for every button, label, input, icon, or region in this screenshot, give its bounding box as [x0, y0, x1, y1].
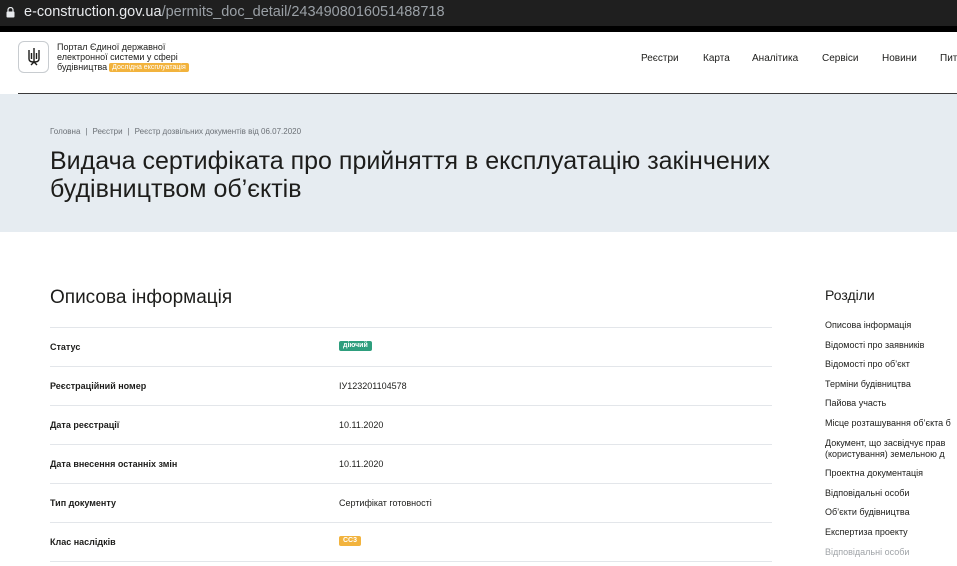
- status-badge: діючий: [339, 341, 372, 351]
- portal-name[interactable]: Портал Єдиної державної електронної сист…: [57, 42, 227, 72]
- sections-nav-item[interactable]: Терміни будівництва: [825, 379, 957, 390]
- nav-item-registries[interactable]: Реєстри: [641, 53, 679, 64]
- table-row: Статус діючий: [50, 327, 772, 366]
- sections-nav-item[interactable]: Відомості про об’єкт: [825, 359, 957, 370]
- table-row: Тип документу Сертифікат готовності: [50, 483, 772, 522]
- site-header: Портал Єдиної державної електронної сист…: [0, 32, 957, 94]
- nav-item-news[interactable]: Новини: [882, 53, 917, 64]
- row-value: 10.11.2020: [339, 420, 384, 430]
- beta-badge: Дослідна експлуатація: [109, 63, 189, 72]
- page-title-line: Видача сертифіката про прийняття в експл…: [50, 147, 771, 175]
- portal-line: електронної системи у сфері: [57, 52, 178, 62]
- breadcrumb-separator: |: [85, 127, 88, 136]
- nav-item-services[interactable]: Сервіси: [822, 53, 858, 64]
- sections-nav-item[interactable]: Відомості про заявників: [825, 340, 957, 351]
- page-title-line: будівництвом об’єктів: [50, 175, 302, 203]
- row-value: Сертифікат готовності: [339, 498, 432, 508]
- row-label: Реєстраційний номер: [50, 381, 147, 391]
- breadcrumb-home[interactable]: Головна: [50, 127, 80, 136]
- trident-icon: [28, 48, 40, 66]
- hero-banner: Головна | Реєстри | Реєстр дозвільних докуме…: [0, 94, 957, 232]
- section-title: Описова інформація: [50, 287, 233, 308]
- lock-icon: [6, 7, 15, 18]
- breadcrumb-current[interactable]: Реєстр дозвільних документів від 06.07.2…: [135, 127, 301, 136]
- row-value: 10.11.2020: [339, 459, 384, 469]
- nav-item-faq[interactable]: Пит: [940, 53, 957, 64]
- info-table: Статус діючий Реєстраційний номер ІУ1232…: [50, 327, 772, 562]
- nav-item-analytics[interactable]: Аналітика: [752, 53, 798, 64]
- url-text[interactable]: e-construction.gov.ua/permits_doc_detail…: [24, 4, 445, 20]
- nav-item-map[interactable]: Карта: [703, 53, 730, 64]
- sections-title: Розділи: [825, 287, 875, 303]
- table-row: Клас наслідків СС3: [50, 522, 772, 562]
- consequence-class-badge: СС3: [339, 536, 362, 546]
- url-host: e-construction.gov.ua: [24, 4, 162, 20]
- breadcrumb-separator: |: [127, 127, 130, 136]
- breadcrumb-registries[interactable]: Реєстри: [92, 127, 122, 136]
- logo[interactable]: [18, 41, 49, 73]
- row-label: Дата внесення останніх змін: [50, 459, 178, 469]
- table-row: Дата внесення останніх змін 10.11.2020: [50, 444, 772, 483]
- portal-line: Портал Єдиної державної: [57, 42, 166, 52]
- sections-nav-item[interactable]: Місце розташування об’єкта б: [825, 418, 957, 429]
- sections-nav-item[interactable]: Об’єкти будівництва: [825, 507, 957, 518]
- sections-nav-item[interactable]: Відповідальні особи: [825, 488, 957, 499]
- sections-nav-item[interactable]: Документ, що засвідчує прав: [825, 438, 957, 449]
- sections-nav-item[interactable]: Проектна документація: [825, 468, 957, 479]
- sections-nav-item[interactable]: Описова інформація: [825, 320, 957, 331]
- row-value: ІУ123201104578: [339, 381, 407, 391]
- table-row: Реєстраційний номер ІУ123201104578: [50, 366, 772, 405]
- browser-address-bar[interactable]: e-construction.gov.ua/permits_doc_detail…: [0, 0, 957, 26]
- sections-nav-item[interactable]: Експертиза проекту: [825, 527, 957, 538]
- sections-nav-item[interactable]: Пайова участь: [825, 398, 957, 409]
- sections-nav-item[interactable]: (користування) земельною д: [825, 449, 957, 460]
- row-label: Дата реєстрації: [50, 420, 120, 430]
- row-label: Клас наслідків: [50, 537, 116, 547]
- url-path: /permits_doc_detail/2434908016051488718: [161, 4, 445, 20]
- table-row: Дата реєстрації 10.11.2020: [50, 405, 772, 444]
- page-title: Видача сертифіката про прийняття в експл…: [50, 147, 957, 203]
- sections-nav-item[interactable]: Відповідальні особи: [825, 547, 957, 558]
- sections-nav: Описова інформація Відомості про заявник…: [825, 320, 957, 566]
- breadcrumb: Головна | Реєстри | Реєстр дозвільних докуме…: [50, 127, 301, 136]
- row-label: Тип документу: [50, 498, 116, 508]
- row-label: Статус: [50, 342, 81, 352]
- portal-line: будівництва: [57, 62, 108, 72]
